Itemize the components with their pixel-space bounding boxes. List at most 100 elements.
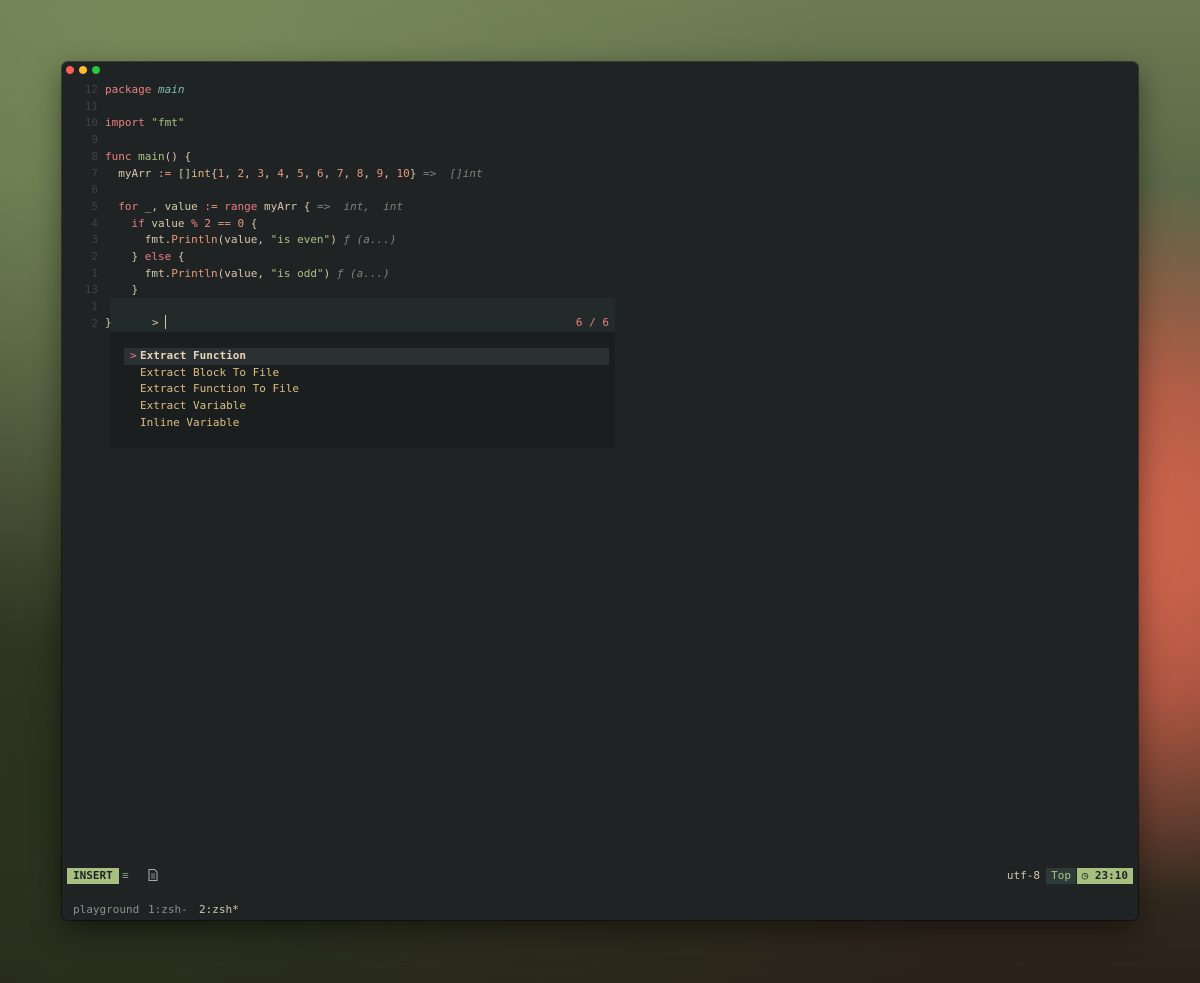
code-text: if value % 2 == 0 { <box>105 216 257 233</box>
code-token: if <box>105 216 152 230</box>
line-number: 13 <box>84 283 98 297</box>
file-icon <box>148 868 158 884</box>
code-text: package main <box>105 82 184 99</box>
code-token: [] <box>171 166 192 180</box>
code-token: for <box>105 199 145 213</box>
line-number: 9 <box>91 133 98 147</box>
code-text: import "fmt" <box>105 115 184 132</box>
line-number: 1 <box>91 266 98 280</box>
code-token: => []int <box>422 166 483 180</box>
line-number: 12 <box>84 83 98 96</box>
code-token: { <box>244 216 258 230</box>
picker-prompt[interactable]: } > <box>105 315 166 331</box>
close-button[interactable] <box>66 66 74 74</box>
closing-brace: } <box>105 316 112 329</box>
code-token: myArr <box>105 166 158 180</box>
code-token: , <box>343 166 357 180</box>
code-token: } <box>105 283 139 297</box>
result-count: 6 / 6 <box>575 316 609 329</box>
code-token: value <box>151 216 192 230</box>
code-token: } <box>409 166 423 180</box>
code-token: , <box>224 166 238 180</box>
line-number: 2 <box>91 250 98 263</box>
line-number: 5 <box>91 199 98 213</box>
code-token: 2 <box>204 216 211 230</box>
code-token: 4 <box>277 166 284 180</box>
code-token: := <box>204 199 218 213</box>
code-token: 6 <box>316 166 324 180</box>
code-token: 3 <box>257 166 264 180</box>
code-token: , <box>263 166 278 180</box>
line-number: 10 <box>84 116 98 130</box>
code-token: , <box>383 166 397 180</box>
minimize-button[interactable] <box>79 66 87 74</box>
picker-item[interactable]: Extract Function To File <box>124 381 609 398</box>
code-token: _, value <box>144 199 205 213</box>
clock: ◷ 23:10 <box>1076 868 1133 884</box>
lines-icon: ≡ <box>122 869 129 882</box>
tmux-window-1[interactable]: 1:zsh- <box>148 902 188 918</box>
picker-item-label: Extract Variable <box>140 399 246 413</box>
code-token: } <box>105 250 145 263</box>
picker-item-label: Extract Function <box>140 349 246 362</box>
code-text: func main() { <box>105 149 191 166</box>
code-token: { <box>210 166 218 180</box>
code-token: => int, int <box>316 199 404 213</box>
code-token: "is odd" <box>270 266 324 280</box>
line-number: 2 <box>91 316 98 330</box>
code-token: ) <box>323 266 337 280</box>
line-number: 8 <box>91 149 98 163</box>
line-number: 1 <box>91 300 98 314</box>
code-token: 10 <box>396 166 410 180</box>
code-token: int <box>191 166 211 180</box>
code-token: ƒ (a...) <box>343 233 397 247</box>
tmux-status-line: playground 1:zsh- 2:zsh* <box>62 902 1138 918</box>
code-token: , <box>363 166 377 180</box>
code-token: func <box>105 149 139 163</box>
picker-item-label: Extract Function To File <box>140 382 299 396</box>
code-token: == <box>217 216 231 230</box>
tmux-session-name: playground <box>73 903 140 916</box>
code-token: fmt. <box>105 233 172 247</box>
line-number: 3 <box>91 233 98 247</box>
code-action-picker: } > 6 / 6 > Extract Function Extract Block … <box>105 298 615 448</box>
file-encoding: utf-8 <box>1006 869 1040 882</box>
code-token: { <box>171 250 185 263</box>
code-token: myArr { <box>263 199 317 213</box>
code-token: , <box>283 166 298 180</box>
zoom-button[interactable] <box>92 66 100 74</box>
code-token: main <box>157 83 185 96</box>
code-text: fmt.Println(value, "is odd") ƒ (a...) <box>105 266 390 283</box>
code-text: fmt.Println(value, "is even") ƒ (a...) <box>105 232 397 249</box>
code-text: } <box>105 282 138 299</box>
picker-prompt-row[interactable]: } > 6 / 6 <box>105 298 615 332</box>
text-cursor <box>164 315 166 329</box>
picker-item-selected[interactable]: > Extract Function <box>124 348 609 365</box>
code-text: myArr := []int{1, 2, 3, 4, 5, 6, 7, 8, 9… <box>105 166 483 183</box>
code-token: , <box>244 166 258 180</box>
line-number: 4 <box>91 216 98 230</box>
code-token: fmt. <box>105 266 172 280</box>
code-token: (value, <box>217 233 271 247</box>
code-text: for _, value := range myArr { => int, in… <box>105 199 403 216</box>
tmux-window-2[interactable]: 2:zsh* <box>199 902 239 918</box>
status-bar: INSERT ≡ utf-8 Top ◷ 23:10 <box>62 867 1138 885</box>
window-controls <box>66 66 100 74</box>
picker-item[interactable]: Extract Block To File <box>124 365 609 382</box>
code-token: "fmt" <box>151 116 185 130</box>
prompt-symbol: > <box>152 316 159 329</box>
selection-marker: > <box>130 349 137 362</box>
code-token: , <box>303 166 317 180</box>
picker-item-label: Extract Block To File <box>140 365 280 379</box>
code-token: (value, <box>217 266 271 280</box>
picker-item[interactable]: Inline Variable <box>124 415 609 432</box>
code-token: ) <box>330 233 344 247</box>
scroll-position: Top <box>1046 868 1076 884</box>
code-token: 5 <box>297 166 304 180</box>
code-token: , <box>323 166 337 180</box>
picker-item[interactable]: Extract Variable <box>124 398 609 415</box>
code-token: () { <box>164 149 192 163</box>
code-token: range <box>217 199 264 213</box>
mode-indicator: INSERT <box>67 868 119 884</box>
